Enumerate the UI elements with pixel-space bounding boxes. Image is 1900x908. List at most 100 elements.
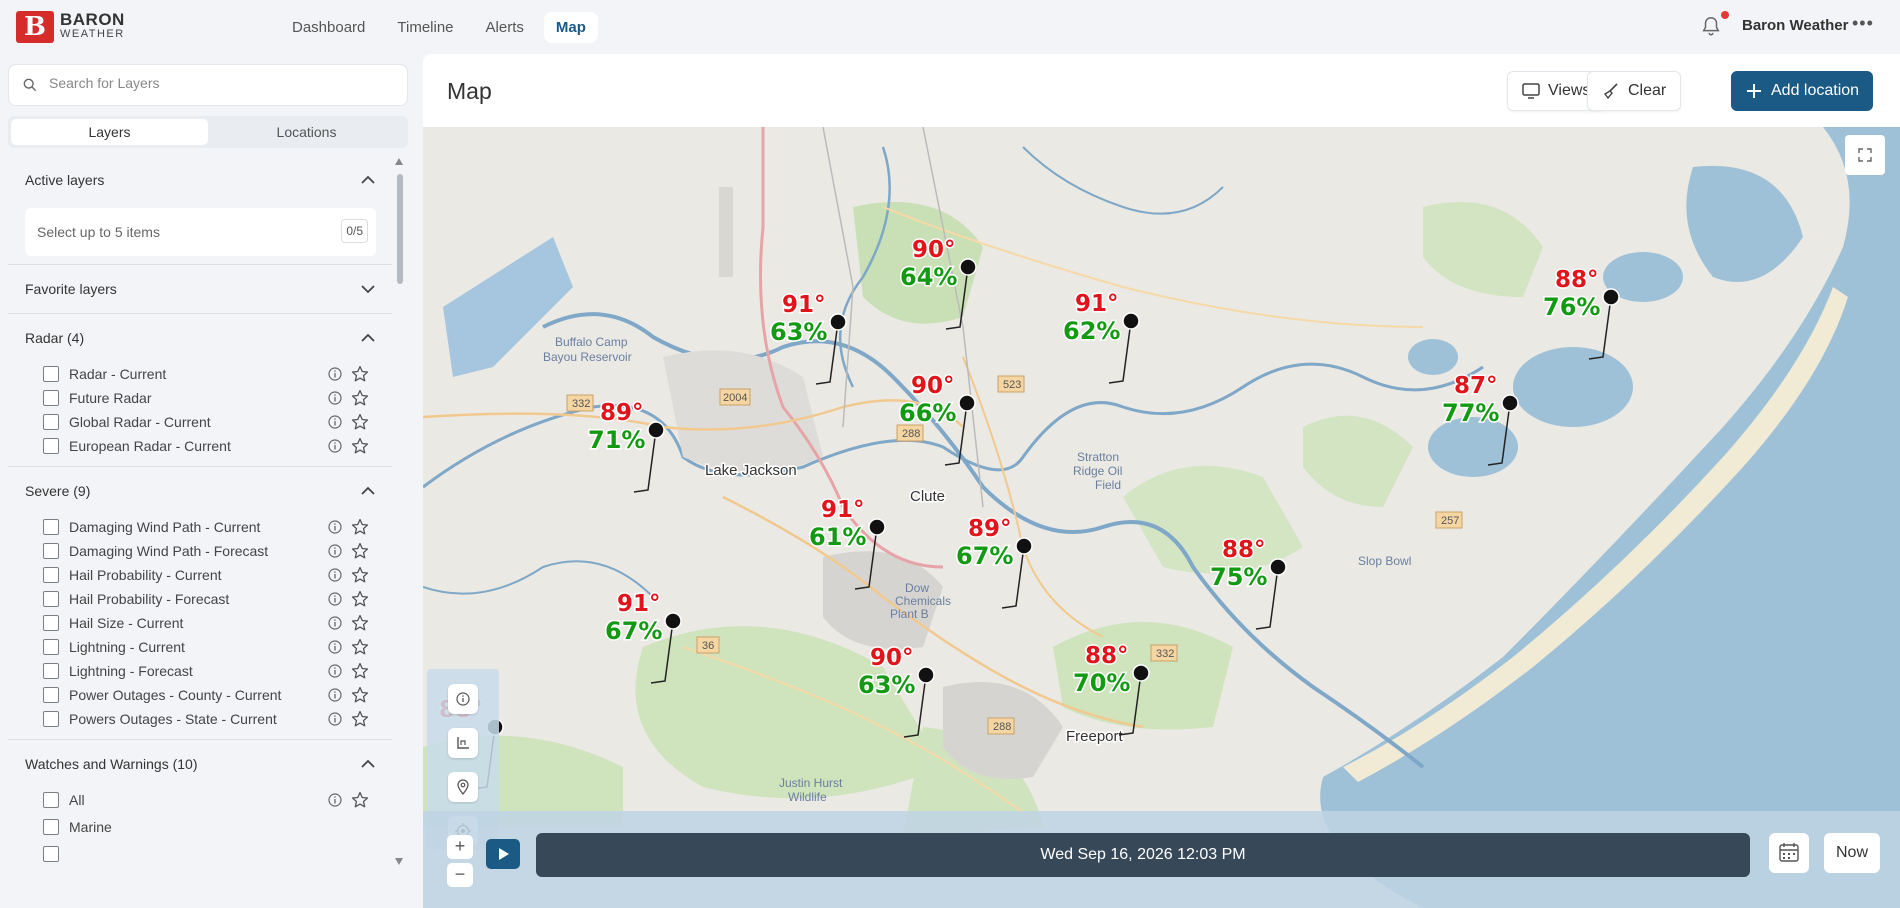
star-icon[interactable] [351, 566, 369, 584]
layer-checkbox[interactable] [43, 591, 59, 607]
station-dot[interactable] [868, 518, 886, 536]
info-icon[interactable] [328, 568, 342, 582]
info-icon[interactable] [328, 520, 342, 534]
layer-checkbox[interactable] [43, 519, 59, 535]
station-dot[interactable] [647, 421, 665, 439]
scroll-up-arrow[interactable] [395, 158, 403, 165]
info-icon[interactable] [328, 616, 342, 630]
station-dot[interactable] [1602, 288, 1620, 306]
layer-item[interactable]: Lightning - Current [8, 635, 392, 659]
layer-item[interactable]: Damaging Wind Path - Forecast [8, 539, 392, 563]
play-button[interactable] [486, 839, 520, 869]
layer-item[interactable]: Radar - Current [8, 362, 392, 386]
pin-tool-button[interactable] [448, 772, 478, 802]
clear-button[interactable]: Clear [1587, 71, 1682, 111]
now-button[interactable]: Now [1824, 833, 1880, 873]
info-icon[interactable] [328, 592, 342, 606]
layer-checkbox[interactable] [43, 711, 59, 727]
station-dot[interactable] [917, 666, 935, 684]
layer-item[interactable]: Future Radar [8, 386, 392, 410]
info-icon[interactable] [328, 367, 342, 381]
station-dot[interactable] [664, 612, 682, 630]
station-dot[interactable] [1122, 312, 1140, 330]
star-icon[interactable] [351, 638, 369, 656]
bell-icon[interactable] [1700, 15, 1722, 37]
layer-item[interactable]: Hail Size - Current [8, 611, 392, 635]
station-dot[interactable] [1501, 394, 1519, 412]
star-icon[interactable] [351, 686, 369, 704]
zoom-out-button[interactable]: − [447, 863, 473, 887]
layer-item[interactable]: Global Radar - Current [8, 410, 392, 434]
layer-item[interactable]: Powers Outages - State - Current [8, 707, 392, 731]
star-icon[interactable] [351, 365, 369, 383]
layer-checkbox[interactable] [43, 639, 59, 655]
nav-dashboard[interactable]: Dashboard [280, 12, 377, 43]
watches-header[interactable]: Watches and Warnings (10) [8, 740, 392, 788]
info-icon[interactable] [328, 712, 342, 726]
add-location-button[interactable]: Add location [1731, 71, 1874, 111]
star-icon[interactable] [351, 710, 369, 728]
map-canvas[interactable]: Lake Jackson Clute Freeport Buffalo Camp… [423, 127, 1900, 908]
calendar-button[interactable] [1769, 833, 1809, 873]
star-icon[interactable] [351, 662, 369, 680]
timeline-slider[interactable]: Wed Sep 16, 2026 12:03 PM [536, 833, 1750, 877]
station-dot[interactable] [1132, 664, 1150, 682]
layer-checkbox[interactable] [43, 792, 59, 808]
layer-item[interactable]: All [8, 788, 392, 812]
station-dot[interactable] [959, 258, 977, 276]
layer-item[interactable]: Marine [8, 812, 392, 842]
layer-checkbox[interactable] [43, 438, 59, 454]
layer-item[interactable]: Hail Probability - Forecast [8, 587, 392, 611]
layer-item[interactable]: Hail Probability - Current [8, 563, 392, 587]
user-name[interactable]: Baron Weather [1742, 17, 1848, 34]
info-icon[interactable] [328, 688, 342, 702]
station-dot[interactable] [1015, 537, 1033, 555]
layer-item[interactable]: Lightning - Forecast [8, 659, 392, 683]
layer-item-partial[interactable] [8, 842, 392, 866]
layer-checkbox[interactable] [43, 366, 59, 382]
info-icon[interactable] [328, 391, 342, 405]
info-icon[interactable] [328, 439, 342, 453]
chart-tool-button[interactable] [448, 728, 478, 758]
star-icon[interactable] [351, 542, 369, 560]
ellipsis-icon[interactable]: ••• [1852, 13, 1874, 34]
scroll-thumb[interactable] [397, 174, 403, 284]
severe-header[interactable]: Severe (9) [8, 467, 392, 515]
info-icon[interactable] [328, 664, 342, 678]
layer-checkbox[interactable] [43, 414, 59, 430]
radar-header[interactable]: Radar (4) [8, 314, 392, 362]
layer-checkbox[interactable] [43, 567, 59, 583]
favorite-layers-header[interactable]: Favorite layers [8, 265, 392, 313]
layer-search-input[interactable] [49, 75, 389, 91]
layer-item[interactable]: Power Outages - County - Current [8, 683, 392, 707]
layer-item[interactable]: Damaging Wind Path - Current [8, 515, 392, 539]
star-icon[interactable] [351, 413, 369, 431]
star-icon[interactable] [351, 791, 369, 809]
layer-checkbox[interactable] [43, 819, 59, 835]
fullscreen-button[interactable] [1845, 135, 1885, 175]
nav-map[interactable]: Map [543, 12, 598, 43]
layer-item[interactable]: European Radar - Current [8, 434, 392, 458]
scroll-down-arrow[interactable] [395, 858, 403, 865]
nav-timeline[interactable]: Timeline [385, 12, 465, 43]
info-icon[interactable] [328, 544, 342, 558]
layer-checkbox[interactable] [43, 390, 59, 406]
station-dot[interactable] [1269, 558, 1287, 576]
star-icon[interactable] [351, 389, 369, 407]
tab-layers[interactable]: Layers [11, 119, 208, 145]
station-dot[interactable] [958, 394, 976, 412]
star-icon[interactable] [351, 614, 369, 632]
baron-logo[interactable]: B BARON WEATHER [16, 10, 131, 44]
zoom-in-button[interactable]: + [447, 835, 473, 859]
info-tool-button[interactable] [448, 684, 478, 714]
info-icon[interactable] [328, 640, 342, 654]
star-icon[interactable] [351, 590, 369, 608]
layer-checkbox[interactable] [43, 663, 59, 679]
active-layers-select[interactable]: Select up to 5 items 0/5 [25, 208, 376, 256]
layer-checkbox[interactable] [43, 846, 59, 862]
layer-checkbox[interactable] [43, 615, 59, 631]
tab-locations[interactable]: Locations [208, 119, 405, 145]
star-icon[interactable] [351, 437, 369, 455]
layer-checkbox[interactable] [43, 543, 59, 559]
info-icon[interactable] [328, 415, 342, 429]
